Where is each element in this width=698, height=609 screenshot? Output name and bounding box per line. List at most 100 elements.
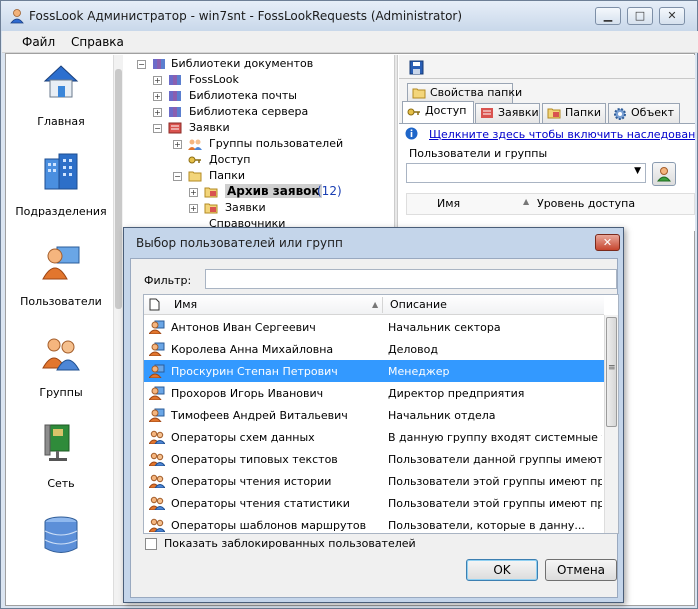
show-blocked-label[interactable]: Показать заблокированных пользователей [164,537,416,550]
list-item[interactable]: Операторы типовых текстов Пользователи да… [144,448,604,470]
expand-icon[interactable]: + [153,76,162,85]
list-item[interactable]: Тимофеев Андрей Витальевич Начальник отде… [144,404,604,426]
col-header-name[interactable]: Имя [437,197,460,210]
list-item[interactable]: Операторы шаблонов маршрутов Пользователи… [144,514,604,533]
tab-object[interactable]: Объект [608,103,680,123]
requests-icon [481,108,493,118]
list-item-description: Начальник отдела [388,409,496,422]
tab-folders[interactable]: Папки [542,103,606,123]
col-header-description[interactable]: Описание [390,298,447,311]
expand-icon[interactable]: + [153,92,162,101]
key-icon [188,156,201,164]
col-header-access-level[interactable]: Уровень доступа [537,197,635,210]
users-groups-combobox[interactable]: ▼ [406,163,646,183]
expand-icon[interactable]: + [153,108,162,117]
panel-splitter[interactable] [394,55,398,231]
dialog-close-button[interactable]: ✕ [595,234,620,251]
group-icon [188,139,202,150]
sort-icon: ▲ [523,197,530,206]
collapse-icon[interactable]: − [137,60,146,69]
tree-node-requests-sub[interactable]: + Заявки [189,201,389,217]
list-item[interactable]: Антонов Иван Сергеевич Начальник сектора [144,316,604,338]
list-item[interactable]: Операторы чтения истории Пользователи это… [144,470,604,492]
list-item[interactable]: Прохоров Игорь Иванович Директор предприя… [144,382,604,404]
tree-node-root[interactable]: − Библиотеки документов [137,57,387,73]
folder-icon [188,171,202,182]
tree-node-mail-library[interactable]: + Библиотека почты [153,89,383,105]
tree-node-user-groups[interactable]: + Группы пользователей [173,137,383,153]
list-item-description: Директор предприятия [388,387,525,400]
buildings-icon [44,153,78,190]
filter-input[interactable] [205,269,617,289]
database-icon [44,516,78,553]
sidebar-item-users[interactable]: Пользователи [11,241,111,327]
sidebar-item-groups[interactable]: Группы [11,332,111,418]
sort-icon: ▲ [372,300,379,309]
cancel-button[interactable]: Отмена [545,559,617,581]
col-header-name[interactable]: Имя [174,298,197,311]
user-icon [147,364,165,379]
tree-node-requests[interactable]: − Заявки [153,121,383,137]
save-icon[interactable] [409,60,424,75]
users-groups-label: Пользователи и группы [409,147,548,160]
title-bar: FossLook Администратор - win7snt - FossL… [1,1,697,31]
sidebar-item-departments[interactable]: Подразделения [11,151,111,237]
minimize-button[interactable]: ▁ [595,7,621,25]
collapse-icon[interactable]: − [173,172,182,181]
tree-node-server-library[interactable]: + Библиотека сервера [153,105,383,121]
list-item-description: Менеджер [388,365,450,378]
tab-folder-properties[interactable]: Свойства папки [407,83,522,103]
add-user-button[interactable] [652,162,676,186]
close-button[interactable]: ✕ [659,7,685,25]
library-icon [169,75,181,85]
expand-icon[interactable]: + [173,140,182,149]
collapse-icon[interactable]: − [153,124,162,133]
list-header: Имя ▲ Описание [144,295,604,315]
library-icon [169,107,181,117]
tab-access[interactable]: Доступ [402,101,474,123]
expand-icon[interactable]: + [189,188,198,197]
sidebar-item-database[interactable] [11,515,111,601]
list-scroll-thumb[interactable]: ≡ [606,317,617,427]
group-icon [148,518,166,533]
group-icon [148,430,166,445]
filter-label: Фильтр: [144,274,192,287]
group-icon [42,338,80,371]
menu-help[interactable]: Справка [71,35,124,49]
list-item-name: Операторы типовых текстов [171,453,338,466]
list-item[interactable]: Операторы схем данных В данную группу вхо… [144,426,604,448]
sidebar-item-home[interactable]: Главная [11,61,111,147]
list-item-name: Операторы шаблонов маршрутов [171,519,367,532]
user-icon [147,342,165,357]
sidebar-item-network[interactable]: Сеть [11,423,111,509]
list-item[interactable]: Операторы чтения статистики Пользователи … [144,492,604,514]
network-card-icon [44,424,70,461]
gear-icon [614,108,626,120]
sidebar-item-label: Пользователи [20,295,102,308]
tree-node-fosslook[interactable]: + FossLook [153,73,383,89]
key-icon [407,108,420,116]
show-blocked-checkbox[interactable] [145,538,157,550]
enable-inheritance-link[interactable]: Щелкните здесь чтобы включить наследован… [429,128,695,141]
requests-icon [168,122,182,134]
tree-node-archive[interactable]: + Архив заявок (12) [189,184,389,201]
list-item[interactable]: Проскурин Степан Петрович Менеджер [144,360,604,382]
tab-requests[interactable]: Заявки [475,103,540,123]
list-item-description: Пользователи данной группы имеют пр... [388,453,602,466]
ok-button[interactable]: OK [466,559,538,581]
home-icon [43,65,79,98]
list-item-description: Начальник сектора [388,321,501,334]
list-item-name: Прохоров Игорь Иванович [171,387,324,400]
user-icon [147,386,165,401]
list-item-description: В данную группу входят системные уче... [388,431,602,444]
sidebar-scroll-thumb[interactable] [115,69,122,309]
maximize-button[interactable]: □ [627,7,653,25]
expand-icon[interactable]: + [189,204,198,213]
library-icon [169,91,181,101]
tree-node-access[interactable]: Доступ [187,153,383,169]
list-item[interactable]: Королева Анна Михайловна Деловод [144,338,604,360]
app-user-icon [10,9,24,24]
tree-node-folders[interactable]: − Папки [173,169,383,185]
sidebar-item-label: Подразделения [15,205,107,218]
menu-file[interactable]: Файл [22,35,55,49]
